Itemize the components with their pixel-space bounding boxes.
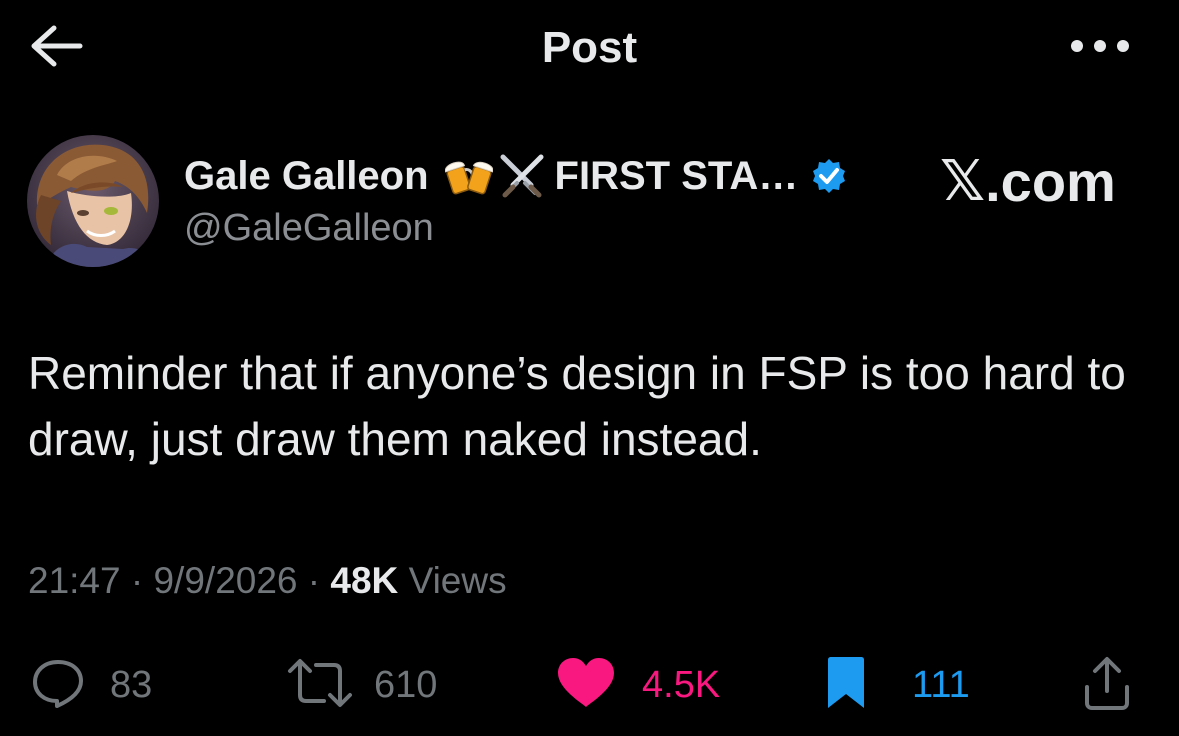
bookmark-icon — [826, 656, 866, 715]
crossed-swords-icon — [497, 153, 547, 199]
share-button[interactable] — [1082, 650, 1132, 720]
reply-button[interactable]: 83 — [30, 650, 152, 720]
display-name-suffix: FIRST STA… — [554, 153, 799, 198]
like-button[interactable]: 4.5K — [556, 650, 720, 720]
meta-separator: · — [307, 560, 321, 601]
more-options-button[interactable] — [1060, 30, 1140, 66]
brand-domain: .com — [985, 150, 1116, 213]
post-date[interactable]: 9/9/2026 — [153, 560, 297, 601]
views-label: Views — [408, 560, 507, 601]
repost-icon — [286, 657, 354, 714]
ellipsis-icon — [1069, 38, 1131, 59]
beer-mugs-icon — [444, 154, 493, 198]
views-count[interactable]: 48K — [330, 560, 398, 601]
author-handle[interactable]: @GaleGalleon — [184, 204, 434, 252]
share-icon — [1082, 655, 1132, 716]
back-button[interactable] — [28, 22, 92, 74]
top-bar: Post — [0, 0, 1179, 100]
x-com-watermark: 𝕏 .com — [940, 152, 1116, 212]
avatar[interactable] — [27, 135, 159, 267]
action-bar: 83 610 4.5K 111 — [0, 650, 1179, 720]
repost-count: 610 — [374, 664, 438, 706]
repost-button[interactable]: 610 — [286, 650, 437, 720]
post-text: Reminder that if anyone’s design in FSP … — [28, 347, 1126, 465]
author-row: Gale Galleon FIRST STA… — [184, 148, 848, 204]
meta-separator: · — [130, 560, 144, 601]
bookmark-button[interactable]: 111 — [826, 650, 970, 720]
reply-count: 83 — [110, 664, 153, 706]
verified-badge-icon[interactable] — [810, 157, 848, 195]
post-meta: 21:47 · 9/9/2026 · 48K Views — [28, 556, 507, 606]
page-title: Post — [541, 23, 638, 72]
reply-bubble-icon — [30, 657, 86, 714]
bookmark-count: 111 — [912, 664, 970, 706]
like-count: 4.5K — [642, 664, 721, 706]
display-name[interactable]: Gale Galleon — [184, 154, 429, 199]
arrow-left-icon — [28, 24, 84, 73]
post-time[interactable]: 21:47 — [28, 560, 121, 601]
heart-icon — [556, 657, 616, 714]
x-logo-icon: 𝕏 — [940, 149, 986, 214]
